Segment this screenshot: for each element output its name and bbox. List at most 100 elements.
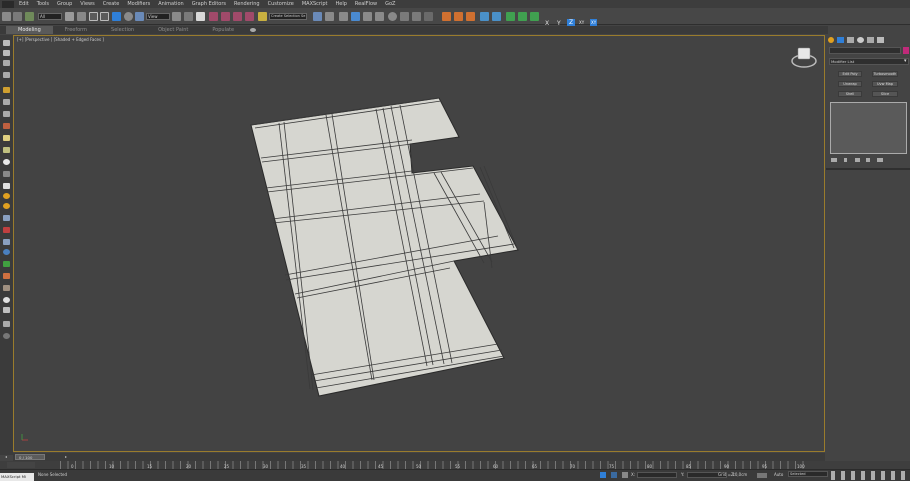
plugin-icon-2[interactable] (454, 12, 463, 21)
tool-icon-6[interactable] (3, 99, 10, 105)
menu-help[interactable]: Help (336, 1, 347, 7)
create-tab-icon[interactable] (828, 37, 834, 43)
tool-icon-22[interactable] (3, 333, 10, 339)
tool-icon-4[interactable] (3, 72, 10, 78)
tool-icon-7[interactable] (3, 111, 10, 117)
edit-poly-button[interactable]: Edit Poly (838, 71, 862, 77)
modifier-stack[interactable] (830, 102, 907, 154)
tab-modeling[interactable]: Modeling (6, 26, 53, 34)
ribbon-toggle-icon[interactable] (250, 28, 257, 32)
pivot-icon[interactable] (172, 12, 181, 21)
add-time-tag-icon[interactable] (757, 473, 767, 478)
mini-curve-toggle[interactable] (7, 462, 35, 468)
plugin-icon-5[interactable] (492, 12, 501, 21)
named-selection-dropdown[interactable]: Create Selection Se (269, 13, 307, 20)
tool-icon-16[interactable] (3, 261, 10, 267)
menu-realflow[interactable]: RealFlow (355, 1, 377, 7)
track-bar[interactable]: 0 10 15 20 25 30 35 40 45 50 55 60 65 70… (0, 461, 910, 469)
render-setup-icon[interactable] (400, 12, 409, 21)
menu-animation[interactable]: Animation (158, 1, 184, 7)
next-frame-icon[interactable]: ▸ (65, 454, 67, 459)
menu-group[interactable]: Group (57, 1, 72, 7)
app-logo[interactable] (2, 0, 14, 8)
tool-icon-17[interactable] (3, 273, 10, 279)
plugin-icon-4[interactable] (480, 12, 489, 21)
rect-region-icon[interactable] (89, 12, 98, 21)
slice-button[interactable]: Slice (872, 91, 898, 97)
menu-create[interactable]: Create (103, 1, 120, 7)
tool-icon-12[interactable] (3, 215, 10, 221)
menu-goz[interactable]: GoZ (385, 1, 395, 7)
object-name-field[interactable] (829, 47, 901, 54)
show-end-result-icon[interactable] (844, 158, 847, 162)
tool-icon-15[interactable] (3, 249, 10, 255)
axis-xy-active-button[interactable]: XY (590, 19, 598, 26)
modifier-list-dropdown[interactable]: Modifier List ▾ (829, 58, 909, 65)
menu-graph-editors[interactable]: Graph Editors (192, 1, 226, 7)
layer-manager-icon[interactable] (339, 12, 348, 21)
cone-icon[interactable] (3, 183, 10, 189)
tool-icon-10[interactable] (3, 147, 10, 153)
time-slider[interactable]: 0 / 100 ◂ ▸ (5, 453, 825, 461)
tab-freeform[interactable]: Freeform (53, 26, 99, 34)
axis-z-button[interactable]: Z (567, 19, 576, 26)
maxscript-listener[interactable]: MAXScript Mi (0, 473, 34, 481)
spinner-snap-icon[interactable] (245, 12, 254, 21)
tool-icon-5[interactable] (3, 87, 10, 93)
menu-views[interactable]: Views (80, 1, 94, 7)
object-color-swatch[interactable] (903, 47, 909, 54)
tool-icon-21[interactable] (3, 321, 10, 327)
select-by-name-icon[interactable] (77, 12, 86, 21)
tool-icon-13[interactable] (3, 227, 10, 233)
playback-controls[interactable] (831, 471, 909, 480)
align-icon[interactable] (325, 12, 334, 21)
keyboard-shortcut-icon[interactable] (196, 12, 205, 21)
select-object-icon[interactable] (65, 12, 74, 21)
scene-mesh[interactable] (14, 36, 826, 453)
tool-icon-9[interactable] (3, 135, 10, 141)
tool-icon-18[interactable] (3, 285, 10, 291)
coord-system-dropdown[interactable]: View (146, 13, 170, 20)
curve-editor-icon[interactable] (363, 12, 372, 21)
scale-icon[interactable] (135, 12, 144, 21)
viewcube-icon[interactable] (790, 46, 818, 70)
tool-icon-2[interactable] (3, 50, 10, 56)
motion-tab-icon[interactable] (857, 37, 864, 43)
menu-customize[interactable]: Customize (268, 1, 294, 7)
axis-xy-button[interactable]: XY (579, 20, 584, 25)
uvw-map-button[interactable]: Uvw Map (872, 81, 898, 87)
tool-icon-19[interactable] (3, 297, 10, 303)
sphere-icon[interactable] (3, 159, 10, 165)
tool-icon-1[interactable] (3, 40, 10, 46)
snap-toggle-icon[interactable] (209, 12, 218, 21)
light-icon-2[interactable] (3, 203, 10, 209)
tool-icon-3[interactable] (3, 60, 10, 66)
menu-maxscript[interactable]: MAXScript (302, 1, 328, 7)
turbosmooth-button[interactable]: Turbosmooth (872, 71, 898, 77)
plugin-icon-6[interactable] (506, 12, 515, 21)
display-tab-icon[interactable] (867, 37, 874, 43)
percent-snap-icon[interactable] (233, 12, 242, 21)
utilities-tab-icon[interactable] (877, 37, 884, 43)
tool-icon-8[interactable] (3, 123, 10, 129)
rendered-frame-icon[interactable] (412, 12, 421, 21)
menu-rendering[interactable]: Rendering (234, 1, 260, 7)
window-crossing-icon[interactable] (100, 12, 109, 21)
render-production-icon[interactable] (424, 12, 433, 21)
unwrap-uvw-button[interactable]: Unwrap UVW (838, 81, 862, 87)
pin-stack-icon[interactable] (831, 158, 837, 162)
tool-icon-14[interactable] (3, 239, 10, 245)
tab-object-paint[interactable]: Object Paint (146, 26, 200, 34)
undo-icon[interactable] (2, 12, 11, 21)
rotate-icon[interactable] (124, 12, 133, 21)
selection-lock-icon[interactable] (611, 472, 617, 478)
light-icon[interactable] (3, 193, 10, 199)
menu-tools[interactable]: Tools (37, 1, 49, 7)
set-key-dropdown[interactable]: Selected (788, 471, 828, 477)
tool-icon-11[interactable] (3, 171, 10, 177)
configure-sets-icon[interactable] (877, 158, 883, 162)
material-editor-icon[interactable] (388, 12, 397, 21)
plugin-icon-8[interactable] (530, 12, 539, 21)
edit-named-selection-icon[interactable] (258, 12, 267, 21)
tool-icon-20[interactable] (3, 307, 10, 313)
